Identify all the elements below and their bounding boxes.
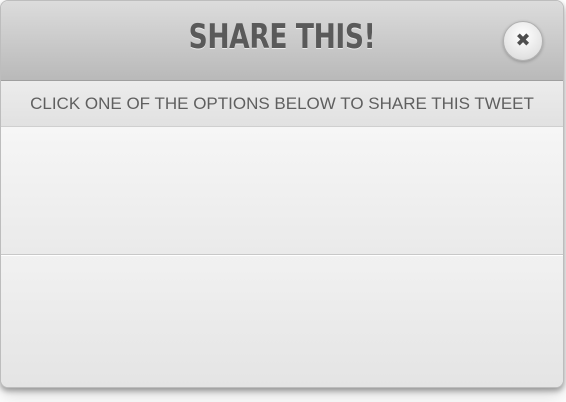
instructions-bar: CLICK ONE OF THE OPTIONS BELOW TO SHARE …	[1, 81, 563, 127]
modal-title: SHARE THIS!	[188, 17, 376, 57]
close-icon: ✖	[515, 30, 531, 51]
share-option-1[interactable]	[1, 127, 563, 255]
instructions-text: CLICK ONE OF THE OPTIONS BELOW TO SHARE …	[30, 93, 534, 113]
share-modal: SHARE THIS! ✖ CLICK ONE OF THE OPTIONS B…	[0, 0, 564, 388]
close-button[interactable]: ✖	[503, 21, 543, 61]
modal-header: SHARE THIS! ✖	[1, 1, 563, 81]
share-option-2[interactable]	[1, 255, 563, 387]
